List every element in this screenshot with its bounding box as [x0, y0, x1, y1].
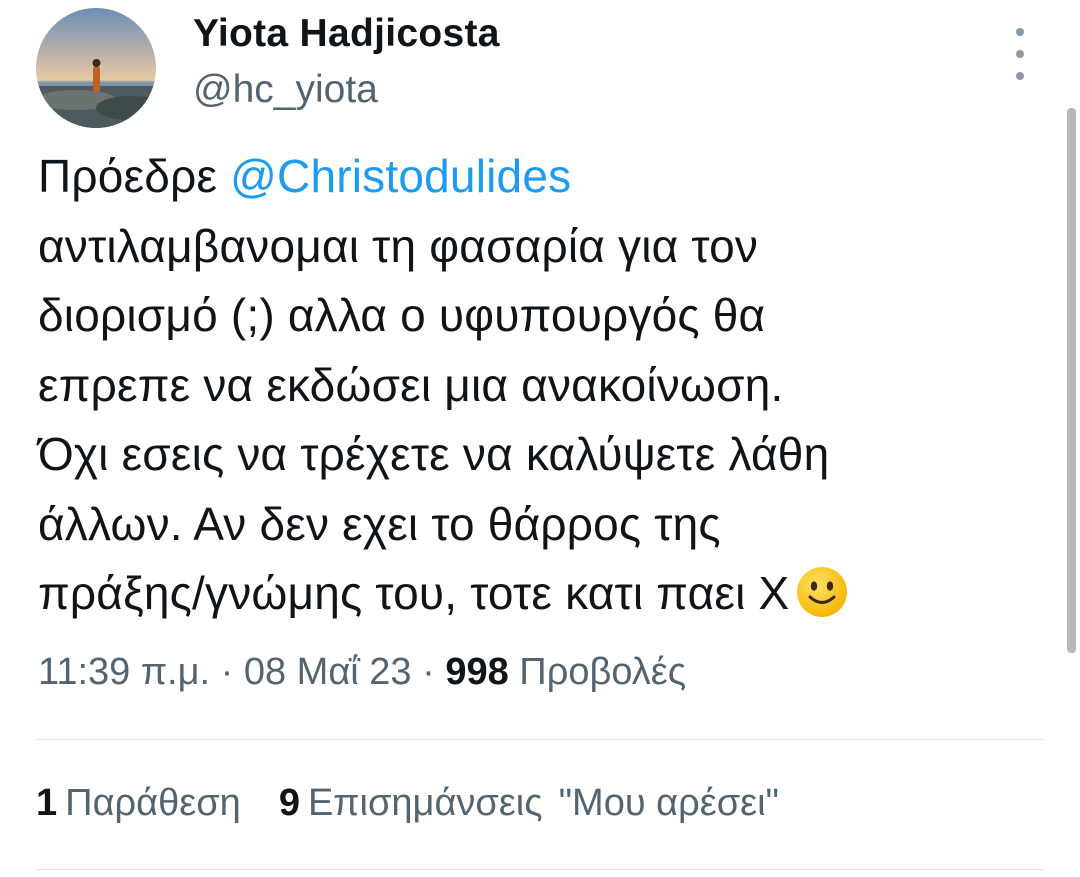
tweet-text-segment: Πρόεδρε [38, 150, 231, 202]
quotes-label: Παράθεση [65, 782, 241, 824]
tweet: Yiota Hadjicosta @hc_yiota Πρόεδρε @Chri… [0, 0, 1080, 877]
likes-stat[interactable]: "Μου αρέσει" [559, 782, 779, 825]
divider [36, 869, 1044, 870]
user-display-name[interactable]: Yiota Hadjicosta [193, 12, 500, 56]
views-count: 998 [445, 651, 509, 693]
quotes-count: 1 [36, 782, 58, 824]
tweet-text: Πρόεδρε @Christodulides αντιλαμβανομαι τ… [38, 142, 1048, 639]
tweet-line: διορισμό (;) αλλα ο υφυπουργός θα [38, 289, 766, 341]
mention-link[interactable]: @Christodulides [230, 150, 571, 202]
reposts-count: 9 [278, 782, 300, 824]
separator: · [411, 651, 446, 693]
tweet-text-segment: πράξης/γνώμης του, τοτε κατι παει Χ [38, 567, 790, 619]
more-options-icon[interactable] [1002, 28, 1038, 80]
likes-label: "Μου αρέσει" [558, 782, 780, 824]
avatar-image [36, 8, 156, 128]
engagement-stats: 1 Παράθεση 9 Επισημάνσεις "Μου αρέσει" [36, 782, 817, 825]
tweet-date[interactable]: 08 Μαΐ 23 [244, 651, 412, 693]
tweet-line: άλλων. Αν δεν εχει το θάρρος της [38, 497, 721, 550]
tweet-time[interactable]: 11:39 π.μ. [38, 651, 210, 693]
tweet-line: Όχι εσεις να τρέχετε να καλύψετε λάθη [38, 428, 830, 480]
tweet-line: επρεπε να εκδώσει μια ανακοίνωση. [38, 358, 784, 411]
reposts-stat[interactable]: 9 Επισημάνσεις [279, 782, 543, 825]
views-label: Προβολές [508, 651, 687, 693]
tweet-line: πράξης/γνώμης του, τοτε κατι παει Χ [38, 559, 1048, 639]
avatar[interactable] [36, 8, 156, 128]
dot [1016, 28, 1024, 36]
smiling-face-icon [795, 565, 849, 639]
quotes-stat[interactable]: 1 Παράθεση [36, 782, 241, 825]
tweet-meta: 11:39 π.μ. · 08 Μαΐ 23 · 998 Προβολές [38, 651, 686, 694]
separator: · [210, 651, 244, 693]
dot [1016, 72, 1024, 80]
tweet-line: Πρόεδρε @Christodulides [38, 142, 1048, 212]
divider [36, 739, 1044, 740]
scrollbar[interactable] [1067, 108, 1076, 653]
user-handle[interactable]: @hc_yiota [193, 68, 378, 112]
dot [1016, 50, 1024, 58]
tweet-line: αντιλαμβανομαι τη φασαρία για τον [38, 219, 759, 272]
reposts-label: Επισημάνσεις [307, 782, 543, 824]
